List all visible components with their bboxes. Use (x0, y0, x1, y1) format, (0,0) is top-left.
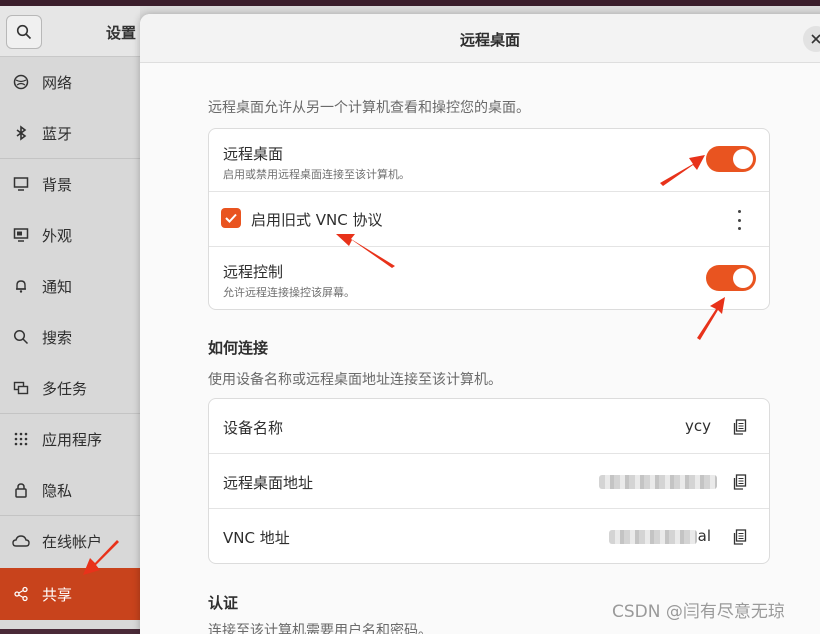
annotation-arrows (83, 155, 725, 575)
arrow-to-remote-control-toggle (697, 297, 725, 340)
arrow-to-sharing (83, 540, 119, 575)
arrow-to-legacy-vnc (336, 234, 395, 268)
watermark: CSDN @闫有尽意无琼 (612, 602, 785, 622)
arrow-to-remote-desktop-toggle (660, 155, 705, 186)
